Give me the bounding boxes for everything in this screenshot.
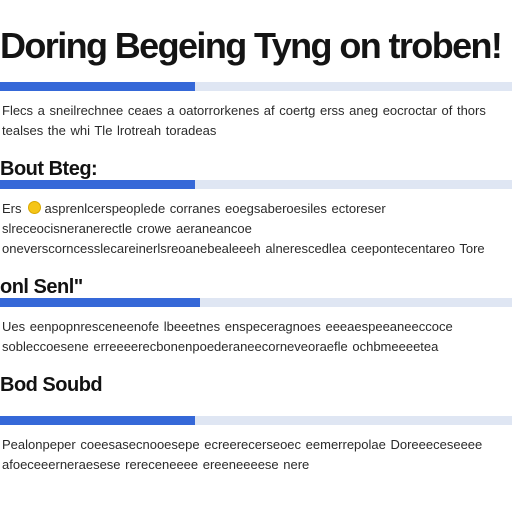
page-title: Doring Begeing Tyng on troben! <box>0 26 503 66</box>
section-3: Ues eenpopnresceneenofe lbeeetnes enspec… <box>0 298 512 397</box>
section-2-text-body: asprenlcerspeoplede corranes eoegsaberoe… <box>2 201 485 256</box>
section-1-progress-fill <box>0 82 195 91</box>
section-4-progress-fill <box>0 416 195 425</box>
yellow-dot-icon <box>27 201 41 214</box>
section-3-progress-fill <box>0 298 200 307</box>
section-1-progress-bar <box>0 82 512 91</box>
section-1-heading: Bout Bteg: <box>0 158 98 180</box>
section-2-heading: onl Senl" <box>0 276 83 298</box>
section-2-progress-bar <box>0 180 512 189</box>
section-4-text: Pealonpeper coeesasecnooesepe ecreerecer… <box>2 437 483 472</box>
section-4-progress-bar <box>0 416 512 425</box>
section-2: Ers asprenlcerspeoplede corranes eoegsabe… <box>0 180 512 299</box>
section-3-text: Ues eenpopnresceneenofe lbeeetnes enspec… <box>2 319 453 354</box>
section-2-text: Ers asprenlcerspeoplede corranes eoegsabe… <box>0 189 512 259</box>
section-2-progress-fill <box>0 180 195 189</box>
section-4: Pealonpeper coeesasecnooesepe ecreerecer… <box>0 416 512 475</box>
section-2-lead: Ers <box>2 201 22 216</box>
section-1: Flecs a sneilrechnee ceaes a oatorrorken… <box>0 82 512 181</box>
section-3-heading: Bod Soubd <box>0 374 103 396</box>
section-3-progress-bar <box>0 298 512 307</box>
section-1-text: Flecs a sneilrechnee ceaes a oatorrorken… <box>2 103 486 138</box>
